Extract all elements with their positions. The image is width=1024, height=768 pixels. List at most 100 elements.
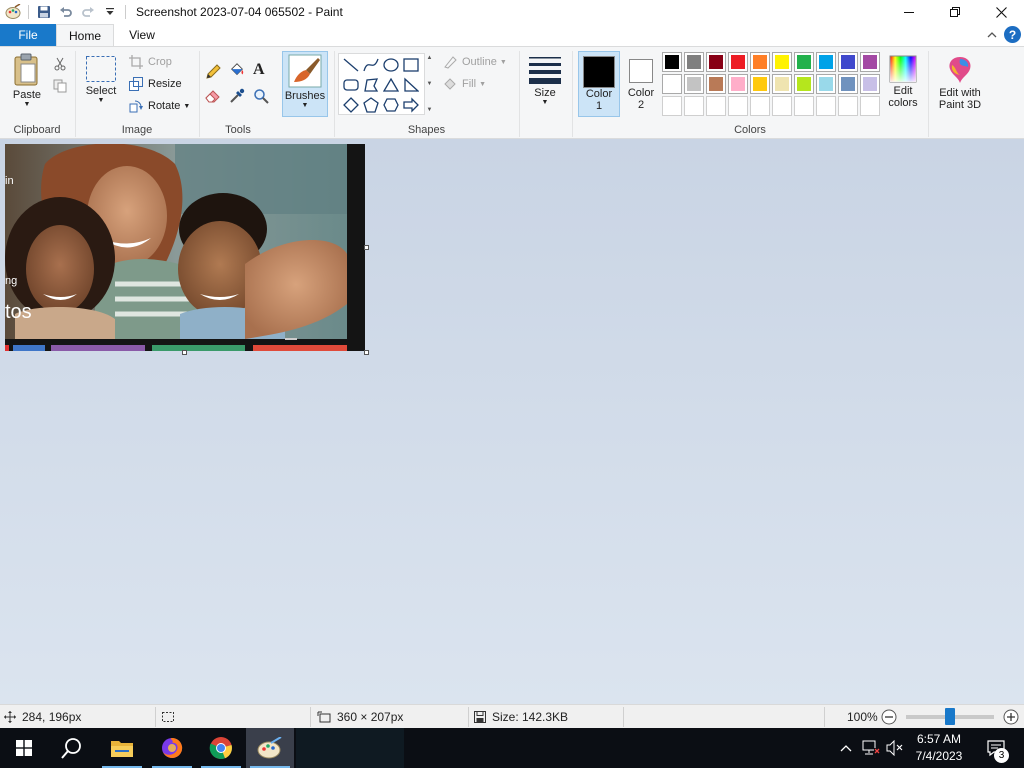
palette-swatch[interactable] (794, 96, 814, 116)
polygon-shape-icon[interactable] (362, 76, 380, 94)
oval-shape-icon[interactable] (382, 56, 400, 74)
redo-icon[interactable] (77, 1, 99, 23)
paste-button[interactable]: Paste ▼ (8, 53, 46, 108)
eraser-tool[interactable] (205, 87, 225, 105)
rectangle-shape-icon[interactable] (402, 56, 420, 74)
tab-file[interactable]: File (0, 24, 56, 46)
canvas-resize-handle-corner[interactable] (364, 350, 369, 355)
brushes-button[interactable]: Brushes ▼ (282, 51, 328, 117)
resize-button[interactable]: Resize (128, 75, 182, 93)
close-button[interactable] (978, 0, 1024, 24)
palette-swatch[interactable] (860, 74, 880, 94)
palette-swatch[interactable] (684, 96, 704, 116)
paint-app-icon[interactable] (2, 1, 24, 23)
zoom-slider[interactable] (906, 705, 994, 729)
system-clock[interactable]: 6:57 AM 7/4/2023 (900, 728, 978, 768)
zoom-slider-thumb[interactable] (945, 708, 955, 725)
palette-swatch[interactable] (772, 96, 792, 116)
palette-swatch[interactable] (816, 74, 836, 94)
rounded-rectangle-shape-icon[interactable] (342, 76, 360, 94)
palette-swatch[interactable] (706, 96, 726, 116)
canvas-workspace[interactable]: in ng tos (0, 139, 1024, 704)
help-icon[interactable]: ? (1004, 26, 1021, 43)
cut-button[interactable] (52, 55, 72, 73)
palette-swatch[interactable] (706, 74, 726, 94)
edit-colors-button[interactable]: Edit colors (884, 55, 922, 109)
zoom-out-button[interactable] (881, 705, 897, 729)
size-button[interactable]: Size ▼ (525, 55, 565, 106)
palette-swatch[interactable] (706, 52, 726, 72)
palette-swatch[interactable] (750, 74, 770, 94)
rotate-button[interactable]: Rotate ▼ (128, 97, 190, 115)
copy-button[interactable] (52, 77, 72, 95)
palette-swatch[interactable] (728, 52, 748, 72)
curve-shape-icon[interactable] (362, 56, 380, 74)
show-hidden-icons-button[interactable] (836, 728, 856, 768)
tab-view[interactable]: View (120, 24, 164, 46)
canvas-resize-handle-bottom[interactable] (182, 350, 187, 355)
canvas-overlay-text-2: ng (5, 275, 17, 287)
line-shape-icon[interactable] (342, 56, 360, 74)
palette-swatch[interactable] (728, 74, 748, 94)
start-button[interactable] (0, 728, 48, 768)
crop-button[interactable]: Crop (128, 53, 172, 71)
palette-swatch[interactable] (684, 74, 704, 94)
palette-swatch[interactable] (838, 96, 858, 116)
select-button[interactable]: Select ▼ (82, 55, 120, 104)
network-button[interactable] (860, 728, 882, 768)
restore-button[interactable] (932, 0, 978, 24)
palette-swatch[interactable] (750, 52, 770, 72)
palette-swatch[interactable] (772, 74, 792, 94)
palette-swatch[interactable] (750, 96, 770, 116)
palette-swatch[interactable] (860, 96, 880, 116)
palette-swatch[interactable] (816, 52, 836, 72)
palette-swatch[interactable] (838, 52, 858, 72)
line-size-icon (529, 57, 561, 84)
palette-swatch[interactable] (816, 96, 836, 116)
magnifier-tool[interactable] (253, 87, 273, 105)
undo-icon[interactable] (55, 1, 77, 23)
image-canvas[interactable]: in ng tos (5, 144, 365, 351)
pentagon-shape-icon[interactable] (362, 96, 380, 114)
palette-swatch[interactable] (684, 52, 704, 72)
right-arrow-shape-icon[interactable] (402, 96, 420, 114)
right-triangle-shape-icon[interactable] (402, 76, 420, 94)
canvas-resize-handle-right[interactable] (364, 245, 369, 250)
edit-with-paint3d-button[interactable]: Edit with Paint 3D (932, 55, 988, 111)
collapse-ribbon-icon[interactable] (984, 27, 1000, 43)
taskbar-file-explorer[interactable] (98, 728, 146, 768)
palette-swatch[interactable] (662, 52, 682, 72)
color-2-button[interactable]: Color 2 (620, 51, 662, 117)
palette-swatch[interactable] (772, 52, 792, 72)
palette-swatch[interactable] (860, 52, 880, 72)
palette-swatch[interactable] (794, 52, 814, 72)
pencil-tool[interactable] (205, 63, 225, 81)
triangle-shape-icon[interactable] (382, 76, 400, 94)
tab-home[interactable]: Home (56, 24, 114, 46)
text-tool[interactable]: A (253, 61, 265, 79)
hexagon-shape-icon[interactable] (382, 96, 400, 114)
zoom-in-button[interactable] (1003, 705, 1019, 729)
taskbar-paint[interactable] (246, 728, 294, 768)
fill-button[interactable]: Fill ▼ (442, 75, 486, 93)
minimize-button[interactable] (886, 0, 932, 24)
shapes-gallery-scroll[interactable]: ▲ ▼ ▼ (424, 53, 434, 115)
fill-tool[interactable] (229, 61, 249, 79)
outline-button[interactable]: Outline ▼ (442, 53, 507, 71)
palette-swatch[interactable] (838, 74, 858, 94)
color-1-button[interactable]: Color 1 (578, 51, 620, 117)
title-bar: Screenshot 2023-07-04 065502 - Paint (0, 0, 1024, 24)
palette-swatch[interactable] (794, 74, 814, 94)
customize-toolbar-icon[interactable] (99, 1, 121, 23)
action-center-button[interactable]: 3 (980, 728, 1012, 768)
taskbar-chrome[interactable] (197, 728, 245, 768)
canvas-overlay-text-1: in (5, 175, 14, 187)
palette-swatch[interactable] (728, 96, 748, 116)
diamond-shape-icon[interactable] (342, 96, 360, 114)
search-button[interactable] (48, 728, 96, 768)
taskbar-firefox[interactable] (148, 728, 196, 768)
palette-swatch[interactable] (662, 96, 682, 116)
save-icon[interactable] (33, 1, 55, 23)
color-picker-tool[interactable] (229, 87, 249, 105)
palette-swatch[interactable] (662, 74, 682, 94)
